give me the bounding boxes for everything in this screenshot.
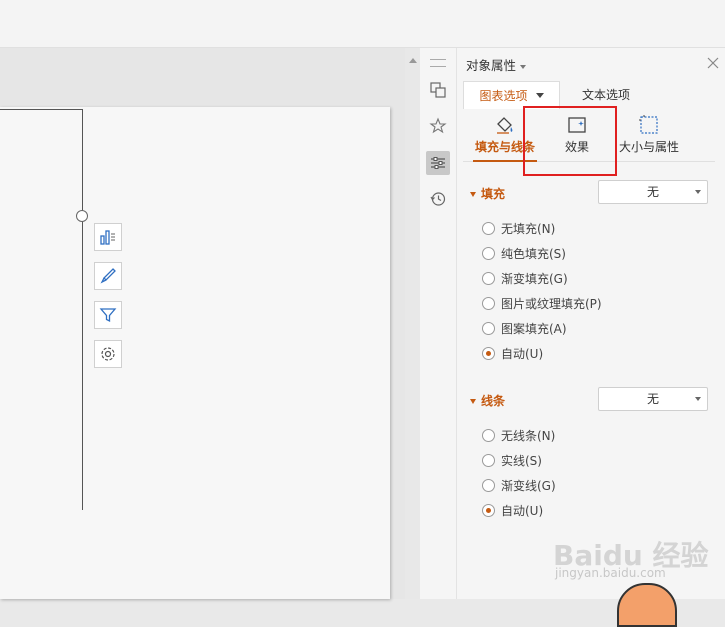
radio-picture-fill[interactable]: 图片或纹理填充(P) bbox=[482, 295, 602, 312]
radio-button[interactable] bbox=[482, 504, 495, 517]
paint-bucket-icon bbox=[497, 117, 513, 134]
radio-button[interactable] bbox=[482, 222, 495, 235]
tab-label: 文本选项 bbox=[581, 88, 630, 102]
radio-button[interactable] bbox=[482, 272, 495, 285]
mascot-image bbox=[617, 583, 677, 627]
radio-button[interactable] bbox=[482, 429, 495, 442]
subtab-label: 大小与属性 bbox=[618, 140, 679, 154]
radio-gradient-line[interactable]: 渐变线(G) bbox=[482, 477, 556, 494]
panel-splitter[interactable] bbox=[405, 48, 420, 599]
radio-label: 纯色填充(S) bbox=[501, 247, 566, 261]
chart-frame[interactable] bbox=[0, 109, 83, 510]
grip-icon[interactable] bbox=[430, 59, 446, 67]
radio-label: 无填充(N) bbox=[501, 222, 556, 236]
chart-filter-button[interactable] bbox=[94, 301, 122, 329]
dropdown-caret-icon bbox=[535, 93, 544, 98]
collapse-triangle-icon bbox=[470, 399, 476, 404]
collapse-arrow-icon[interactable] bbox=[409, 58, 417, 63]
chart-settings-icon bbox=[101, 347, 115, 361]
panel-title[interactable]: 对象属性 bbox=[466, 55, 527, 74]
collapse-triangle-icon bbox=[470, 192, 476, 197]
close-icon[interactable] bbox=[706, 56, 720, 70]
line-type-select[interactable]: 无 bbox=[598, 387, 708, 411]
subtab-size-properties[interactable]: 大小与属性 bbox=[611, 108, 687, 161]
chevron-down-icon bbox=[695, 190, 701, 194]
selection-pane-button[interactable] bbox=[426, 78, 450, 102]
radio-button[interactable] bbox=[482, 479, 495, 492]
radio-no-fill[interactable]: 无填充(N) bbox=[482, 220, 555, 237]
magic-icon bbox=[429, 117, 447, 134]
magic-button[interactable] bbox=[426, 114, 450, 138]
select-value: 无 bbox=[646, 392, 659, 406]
radio-label: 图片或纹理填充(P) bbox=[501, 297, 602, 311]
radio-button[interactable] bbox=[482, 297, 495, 310]
dropdown-caret-icon bbox=[520, 64, 527, 69]
select-value: 无 bbox=[646, 185, 659, 199]
radio-solid-line[interactable]: 实线(S) bbox=[482, 452, 542, 469]
history-button[interactable] bbox=[426, 187, 450, 211]
radio-pattern-fill[interactable]: 图案填充(A) bbox=[482, 320, 567, 337]
fill-type-select[interactable]: 无 bbox=[598, 180, 708, 204]
radio-label: 自动(U) bbox=[501, 347, 544, 361]
radio-label: 自动(U) bbox=[501, 504, 544, 518]
side-icon-bar bbox=[420, 48, 457, 599]
radio-label: 渐变线(G) bbox=[501, 479, 556, 493]
tab-label: 图表选项 bbox=[479, 89, 528, 103]
fill-section-header[interactable]: 填充 bbox=[470, 185, 505, 202]
radio-solid-fill[interactable]: 纯色填充(S) bbox=[482, 245, 566, 262]
radio-button[interactable] bbox=[482, 454, 495, 467]
line-section-header[interactable]: 线条 bbox=[470, 392, 505, 409]
chart-style-button[interactable] bbox=[94, 262, 122, 290]
radio-label: 渐变填充(G) bbox=[501, 272, 568, 286]
top-toolbar bbox=[0, 0, 725, 48]
chevron-down-icon bbox=[695, 397, 701, 401]
radio-button[interactable] bbox=[482, 247, 495, 260]
resize-handle[interactable] bbox=[76, 210, 88, 222]
annotation-highlight-box bbox=[523, 106, 617, 176]
tab-chart-options[interactable]: 图表选项 bbox=[463, 81, 560, 109]
chart-elements-button[interactable] bbox=[94, 223, 122, 251]
tab-text-options[interactable]: 文本选项 bbox=[562, 81, 650, 108]
chart-style-icon bbox=[100, 268, 116, 284]
radio-auto-line[interactable]: 自动(U) bbox=[482, 502, 543, 519]
section-title: 线条 bbox=[481, 394, 506, 408]
chart-elements-icon bbox=[100, 230, 115, 245]
radio-label: 图案填充(A) bbox=[501, 322, 567, 336]
radio-auto-fill[interactable]: 自动(U) bbox=[482, 345, 543, 362]
chart-settings-button[interactable] bbox=[94, 340, 122, 368]
chart-filter-icon bbox=[99, 308, 117, 323]
size-properties-icon bbox=[639, 115, 658, 134]
radio-label: 无线条(N) bbox=[501, 429, 556, 443]
radio-no-line[interactable]: 无线条(N) bbox=[482, 427, 555, 444]
panel-title-text: 对象属性 bbox=[466, 58, 517, 73]
watermark-url: jingyan.baidu.com bbox=[555, 566, 666, 580]
properties-icon bbox=[431, 157, 445, 169]
radio-button[interactable] bbox=[482, 322, 495, 335]
properties-button[interactable] bbox=[426, 151, 450, 175]
history-icon bbox=[430, 192, 446, 206]
section-title: 填充 bbox=[481, 187, 506, 201]
radio-button[interactable] bbox=[482, 347, 495, 360]
radio-label: 实线(S) bbox=[501, 454, 542, 468]
radio-gradient-fill[interactable]: 渐变填充(G) bbox=[482, 270, 568, 287]
selection-pane-icon bbox=[430, 82, 446, 98]
